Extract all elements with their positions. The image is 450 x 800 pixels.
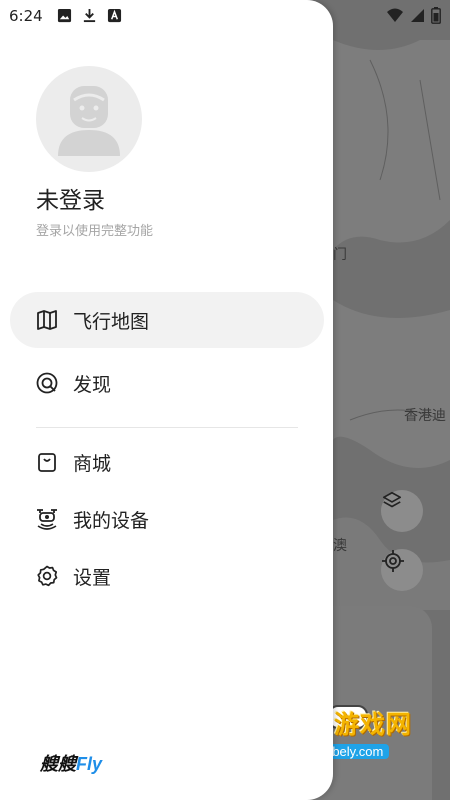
menu-item-label: 设置 bbox=[73, 566, 112, 589]
menu-divider bbox=[36, 427, 298, 428]
drone-device-icon bbox=[34, 506, 60, 532]
download-icon bbox=[83, 8, 96, 23]
menu-item-shop[interactable]: 商城 bbox=[10, 434, 324, 490]
avatar[interactable] bbox=[36, 66, 142, 172]
user-placeholder-icon bbox=[58, 86, 120, 156]
brand-logo-text: 艘艘 bbox=[40, 754, 76, 774]
status-time: 6:24 bbox=[9, 7, 43, 25]
map-icon bbox=[34, 307, 60, 333]
menu-item-flight-map[interactable]: 飞行地图 bbox=[10, 292, 324, 348]
locate-button[interactable] bbox=[381, 549, 423, 591]
locate-icon bbox=[382, 550, 404, 572]
image-icon bbox=[57, 8, 72, 23]
shopping-bag-icon bbox=[34, 449, 60, 475]
layers-button[interactable] bbox=[381, 490, 423, 532]
menu-item-label: 我的设备 bbox=[73, 509, 150, 532]
login-hint: 登录以使用完整功能 bbox=[36, 224, 154, 239]
signal-icon bbox=[411, 9, 424, 22]
menu-item-label: 商城 bbox=[73, 452, 112, 475]
gear-icon bbox=[34, 563, 60, 589]
layers-icon bbox=[382, 491, 402, 508]
map-label: 门 bbox=[333, 247, 347, 263]
status-bar: 6:24 bbox=[0, 0, 450, 32]
brand-logo-fly: Fly bbox=[76, 754, 103, 774]
navigation-drawer: 未登录 登录以使用完整功能 飞行地图 发现 商城 我的设备 设置 艘艘Fly bbox=[0, 0, 333, 800]
menu-item-label: 发现 bbox=[73, 373, 112, 396]
brand-logo: 艘艘Fly bbox=[40, 750, 102, 776]
menu-item-discover[interactable]: 发现 bbox=[10, 355, 324, 411]
app-store-icon bbox=[107, 8, 122, 23]
menu-item-label: 飞行地图 bbox=[73, 310, 150, 333]
user-name[interactable]: 未登录 bbox=[36, 181, 105, 215]
battery-icon bbox=[431, 7, 441, 24]
discover-icon bbox=[34, 370, 60, 396]
map-label: 香港迪 bbox=[404, 408, 446, 424]
menu-item-my-devices[interactable]: 我的设备 bbox=[10, 491, 324, 547]
map-label: 澳 bbox=[333, 538, 347, 554]
menu-item-settings[interactable]: 设置 bbox=[10, 548, 324, 604]
wifi-icon bbox=[387, 8, 403, 22]
